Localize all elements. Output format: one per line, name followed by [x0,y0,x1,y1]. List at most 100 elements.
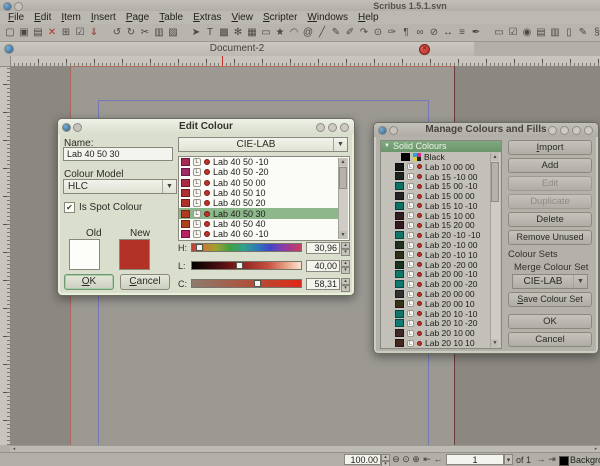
insert-line-icon[interactable]: ╱ [315,26,329,39]
slider-value[interactable]: 40,00 [306,260,340,272]
add-button[interactable]: Add [508,158,592,173]
spin-up-icon[interactable]: ▴ [341,242,350,249]
delete-button[interactable]: Delete [508,212,592,227]
window-button-icon[interactable] [14,2,23,11]
minimize-icon[interactable] [316,123,325,132]
scrollbar-thumb[interactable] [491,162,499,202]
pdf-list-box-icon[interactable]: ▥ [548,26,562,39]
toolbar-icon[interactable] [483,26,492,39]
pdf-text-field-icon[interactable]: ▯ [562,26,576,39]
insert-freehand-icon[interactable]: ✐ [343,26,357,39]
copy-item-properties-icon[interactable]: ≡ [455,26,469,39]
dialog-window-buttons[interactable] [316,123,349,132]
menu-extras[interactable]: Extras [188,12,226,23]
close-icon[interactable] [340,123,349,132]
colour-list-item[interactable]: L Lab 15 10 00 [381,211,491,221]
slider-value[interactable]: 58,31 [306,278,340,290]
colour-list-item[interactable]: L Lab 20 10 -10 [381,309,491,319]
unlink-text-frames-icon[interactable]: ⊘ [427,26,441,39]
scroll-up-icon[interactable]: ▲ [339,158,347,166]
colour-list-item[interactable]: L Lab 10 00 00 [381,162,491,172]
export-pdf-icon[interactable]: ⇓ [87,26,101,39]
spin-up-icon[interactable]: ▴ [341,278,350,285]
colour-list-item[interactable]: L Lab 40 50 10 [179,188,339,198]
insert-arc-icon[interactable]: ◠ [287,26,301,39]
eye-dropper-icon[interactable]: ✒ [469,26,483,39]
colour-list-item[interactable]: L Lab 20 00 -20 [381,279,491,289]
maximize-icon[interactable] [328,123,337,132]
save-document-icon[interactable]: ▤ [31,26,45,39]
scroll-down-icon[interactable]: ▼ [491,339,499,347]
pdf-link-icon[interactable]: § [590,26,600,39]
open-document-icon[interactable]: ▣ [17,26,31,39]
merge-colour-set-select[interactable]: CIE-LAB ▼ [512,274,588,289]
edit-button[interactable]: Edit [508,176,592,191]
colour-list-item[interactable]: L Lab 40 50 40 [179,219,339,229]
minimize-icon[interactable] [560,126,569,135]
insert-shape-icon[interactable]: ▭ [259,26,273,39]
cut-icon[interactable]: ✂ [138,26,152,39]
colour-list-item[interactable]: L Lab 40 50 -10 [179,157,339,167]
zoom-level-field[interactable]: 100.00 % [344,454,381,465]
toolbar-icon[interactable] [180,26,189,39]
menu-page[interactable]: Page [121,12,154,23]
insert-text-frame-icon[interactable]: T [203,26,217,39]
pdf-push-button-icon[interactable]: ▭ [492,26,506,39]
colour-list-item[interactable]: L Lab 20 00 10 [381,299,491,309]
colour-list-item[interactable]: L Lab 40 60 -10 [179,229,339,239]
undo-icon[interactable]: ↺ [110,26,124,39]
zoom-icon[interactable]: ⊙ [371,26,385,39]
colour-list-item[interactable]: L Lab 15 10 -10 [381,201,491,211]
slider-spinner[interactable]: ▴▾ [341,278,350,290]
pdf-annotation-icon[interactable]: ✎ [576,26,590,39]
colour-name-input[interactable]: Lab 40 50 30 [63,147,173,161]
insert-render-frame-icon[interactable]: ✻ [231,26,245,39]
dialog-menu-icon[interactable] [389,126,398,135]
save-colour-set-button[interactable]: Save Colour Set [508,292,592,307]
slider-track[interactable] [191,279,302,288]
vertical-scrollbar[interactable]: ▲ ▼ [338,158,348,239]
menu-windows[interactable]: Windows [302,12,353,23]
colour-list-item[interactable]: L Black [381,152,491,162]
insert-bezier-icon[interactable]: ✎ [329,26,343,39]
menu-view[interactable]: View [226,12,258,23]
spin-up-icon[interactable]: ▴ [341,260,350,267]
colour-list-item[interactable]: L Lab 20 -10 10 [381,250,491,260]
layer-select[interactable]: Background [570,455,600,465]
link-text-frames-icon[interactable]: ∞ [413,26,427,39]
pdf-combo-box-icon[interactable]: ▤ [534,26,548,39]
insert-spiral-icon[interactable]: @ [301,26,315,39]
last-page-icon[interactable]: ⇥ [547,454,557,465]
paste-icon[interactable]: ▨ [166,26,180,39]
document-close-icon[interactable]: ✕ [419,44,430,55]
insert-polygon-icon[interactable]: ★ [273,26,287,39]
import-button[interactable]: Import [508,140,592,155]
colour-set-select[interactable]: CIE-LAB ▼ [178,137,348,152]
story-editor-icon[interactable]: ¶ [399,26,413,39]
colour-model-select[interactable]: HLC ▼ [63,179,177,194]
duplicate-button[interactable]: Duplicate [508,194,592,209]
page-select-dropdown-icon[interactable]: ▾ [504,454,513,465]
next-page-icon[interactable]: → [536,454,546,465]
insert-image-frame-icon[interactable]: ▩ [217,26,231,39]
preflight-verifier-icon[interactable]: ☑ [73,26,87,39]
colour-list-item[interactable]: L Lab 20 10 00 [381,328,491,338]
colour-list-item[interactable]: L Lab 40 50 -20 [179,167,339,177]
first-page-icon[interactable]: ⇤ [422,454,432,465]
colour-list-item[interactable]: L Lab 15 00 -10 [381,181,491,191]
colour-list-item[interactable]: L Lab 20 10 -20 [381,319,491,329]
spin-down-icon[interactable]: ▾ [341,249,350,256]
ok-button[interactable]: OK [64,274,114,290]
colour-list-item[interactable]: L Lab 15 00 00 [381,191,491,201]
spin-down-icon[interactable]: ▾ [341,267,350,274]
slider-handle[interactable] [254,280,261,287]
ok-button[interactable]: OK [508,314,592,329]
colour-list-item[interactable]: L Lab 15 20 00 [381,221,491,231]
spin-down-icon[interactable]: ▾ [341,285,350,292]
dialog-titlebar[interactable]: Edit Colour [58,119,354,134]
colour-list-item[interactable]: L Lab 15 -10 00 [381,172,491,182]
previous-page-icon[interactable]: ← [433,454,443,465]
zoom-in-icon[interactable]: ⊕ [411,454,421,465]
menu-item[interactable]: Item [56,12,85,23]
expander-triangle-icon[interactable]: ▼ [384,141,390,152]
